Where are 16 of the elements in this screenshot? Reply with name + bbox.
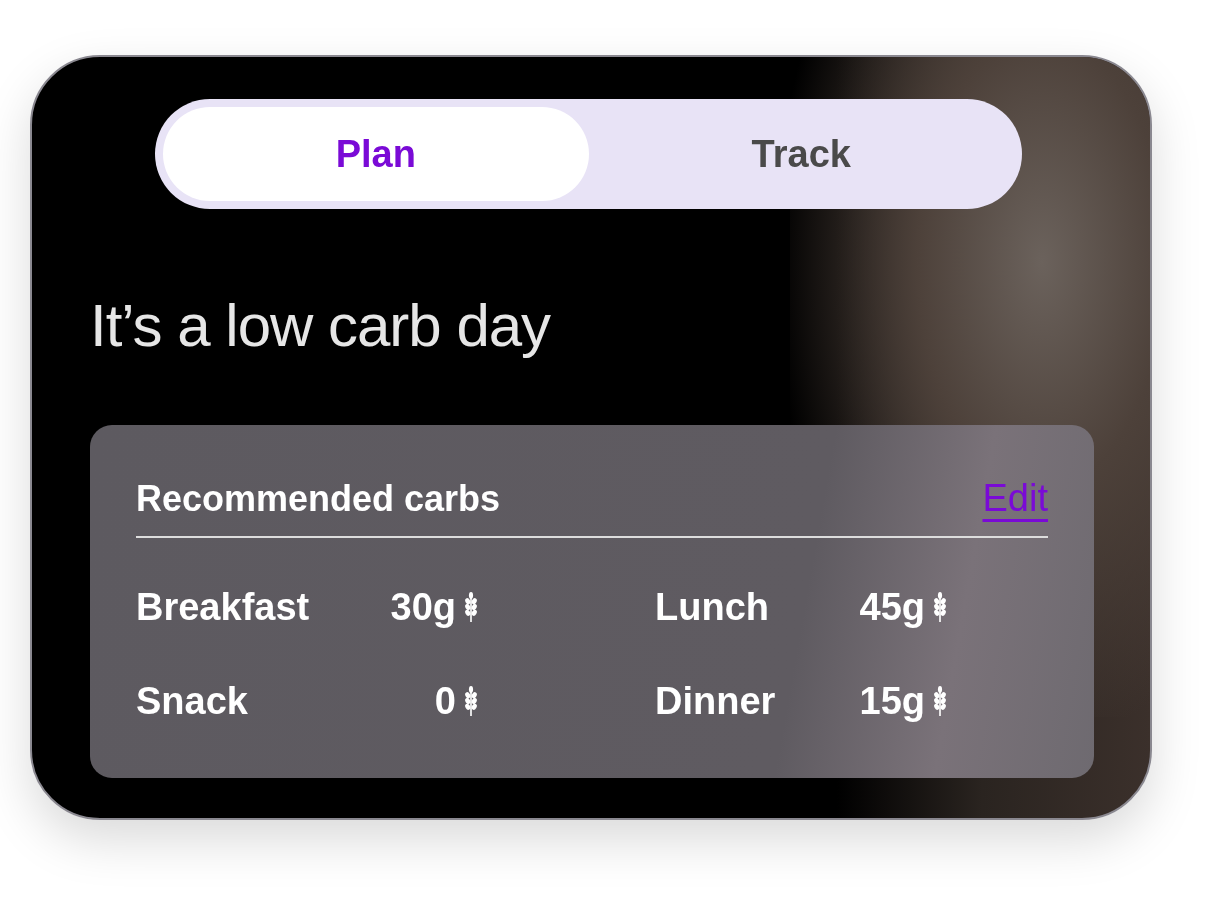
- panel-title: Recommended carbs: [136, 478, 501, 520]
- carb-amount: 30g: [389, 585, 456, 629]
- tab[interactable]: Plan: [163, 107, 589, 201]
- meal-name: Dinner: [655, 679, 777, 723]
- carb-amount: 15g: [858, 679, 925, 723]
- meal-name: Breakfast: [136, 585, 311, 629]
- meal-name: Lunch: [655, 585, 770, 629]
- tab[interactable]: Track: [588, 107, 1014, 201]
- carb-amount: 45g: [858, 585, 925, 629]
- wheat-icon: [464, 686, 478, 716]
- heading: It’s a low carb day: [90, 291, 552, 361]
- carb-amount: 0: [433, 679, 456, 723]
- wheat-icon: [933, 592, 947, 622]
- wheat-icon: [933, 686, 947, 716]
- wheat-icon: [464, 592, 478, 622]
- meal-name: Snack: [136, 679, 249, 723]
